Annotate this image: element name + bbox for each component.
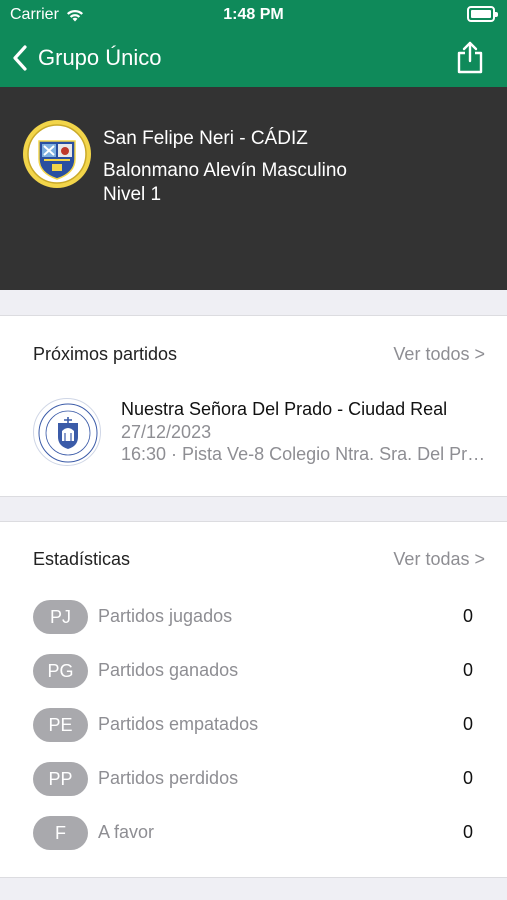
stat-value: 0	[462, 768, 473, 788]
stat-row-f: F A favor 0	[33, 816, 473, 850]
team-header: San Felipe Neri - CÁDIZ Balonmano Alevín…	[0, 87, 507, 290]
upcoming-match-item[interactable]: Nuestra Señora Del Prado - Ciudad Real 2…	[121, 398, 491, 465]
back-button[interactable]: Grupo Único	[10, 40, 162, 76]
stat-value: 0	[462, 714, 473, 734]
chevron-left-icon	[13, 45, 27, 71]
stat-badge: PG	[33, 654, 88, 688]
match-date: 27/12/2023	[121, 422, 212, 442]
upcoming-matches-card: Próximos partidos Ver todos > Nuestra Se…	[0, 315, 507, 497]
match-opponent: Nuestra Señora Del Prado - Ciudad Real	[121, 399, 448, 419]
stat-label: Partidos perdidos	[98, 768, 239, 788]
see-all-stats-link[interactable]: Ver todas >	[393, 549, 485, 570]
team-crest	[22, 119, 92, 189]
stat-value: 0	[462, 822, 473, 842]
nav-bar: Grupo Único	[0, 30, 507, 87]
nav-title: Grupo Único	[38, 45, 162, 70]
stat-label: Partidos empatados	[98, 714, 259, 734]
match-time-place: 16:30 · Pista Ve-8 Colegio Ntra. Sra. De…	[121, 444, 486, 464]
stat-value: 0	[462, 660, 473, 680]
statistics-title: Estadísticas	[33, 549, 131, 569]
see-all-matches-link[interactable]: Ver todos >	[393, 344, 485, 365]
battery-icon	[467, 6, 498, 22]
team-info: San Felipe Neri - CÁDIZ Balonmano Alevín…	[103, 127, 347, 207]
stat-value: 0	[462, 606, 473, 626]
stat-row-pj: PJ Partidos jugados 0	[33, 600, 473, 634]
share-icon[interactable]	[455, 40, 485, 74]
stat-badge: PP	[33, 762, 88, 796]
stat-label: A favor	[98, 822, 155, 842]
status-bar: Carrier 1:48 PM	[0, 0, 507, 30]
team-category: Balonmano Alevín Masculino	[103, 160, 347, 181]
stat-badge: F	[33, 816, 88, 850]
upcoming-matches-title: Próximos partidos	[33, 344, 178, 364]
stat-badge: PJ	[33, 600, 88, 634]
status-time: 1:48 PM	[223, 6, 284, 23]
team-level: Nivel 1	[103, 184, 162, 205]
stat-row-pg: PG Partidos ganados 0	[33, 654, 473, 688]
stat-row-pp: PP Partidos perdidos 0	[33, 762, 473, 796]
statistics-card: Estadísticas Ver todas > PJ Partidos jug…	[0, 521, 507, 878]
stat-badge: PE	[33, 708, 88, 742]
top-bar: Carrier 1:48 PM Grupo Único	[0, 0, 507, 87]
stat-label: Partidos ganados	[98, 660, 239, 680]
opponent-crest	[33, 398, 101, 466]
team-name: San Felipe Neri - CÁDIZ	[103, 128, 308, 149]
stat-row-pe: PE Partidos empatados 0	[33, 708, 473, 742]
stat-label: Partidos jugados	[98, 606, 233, 626]
